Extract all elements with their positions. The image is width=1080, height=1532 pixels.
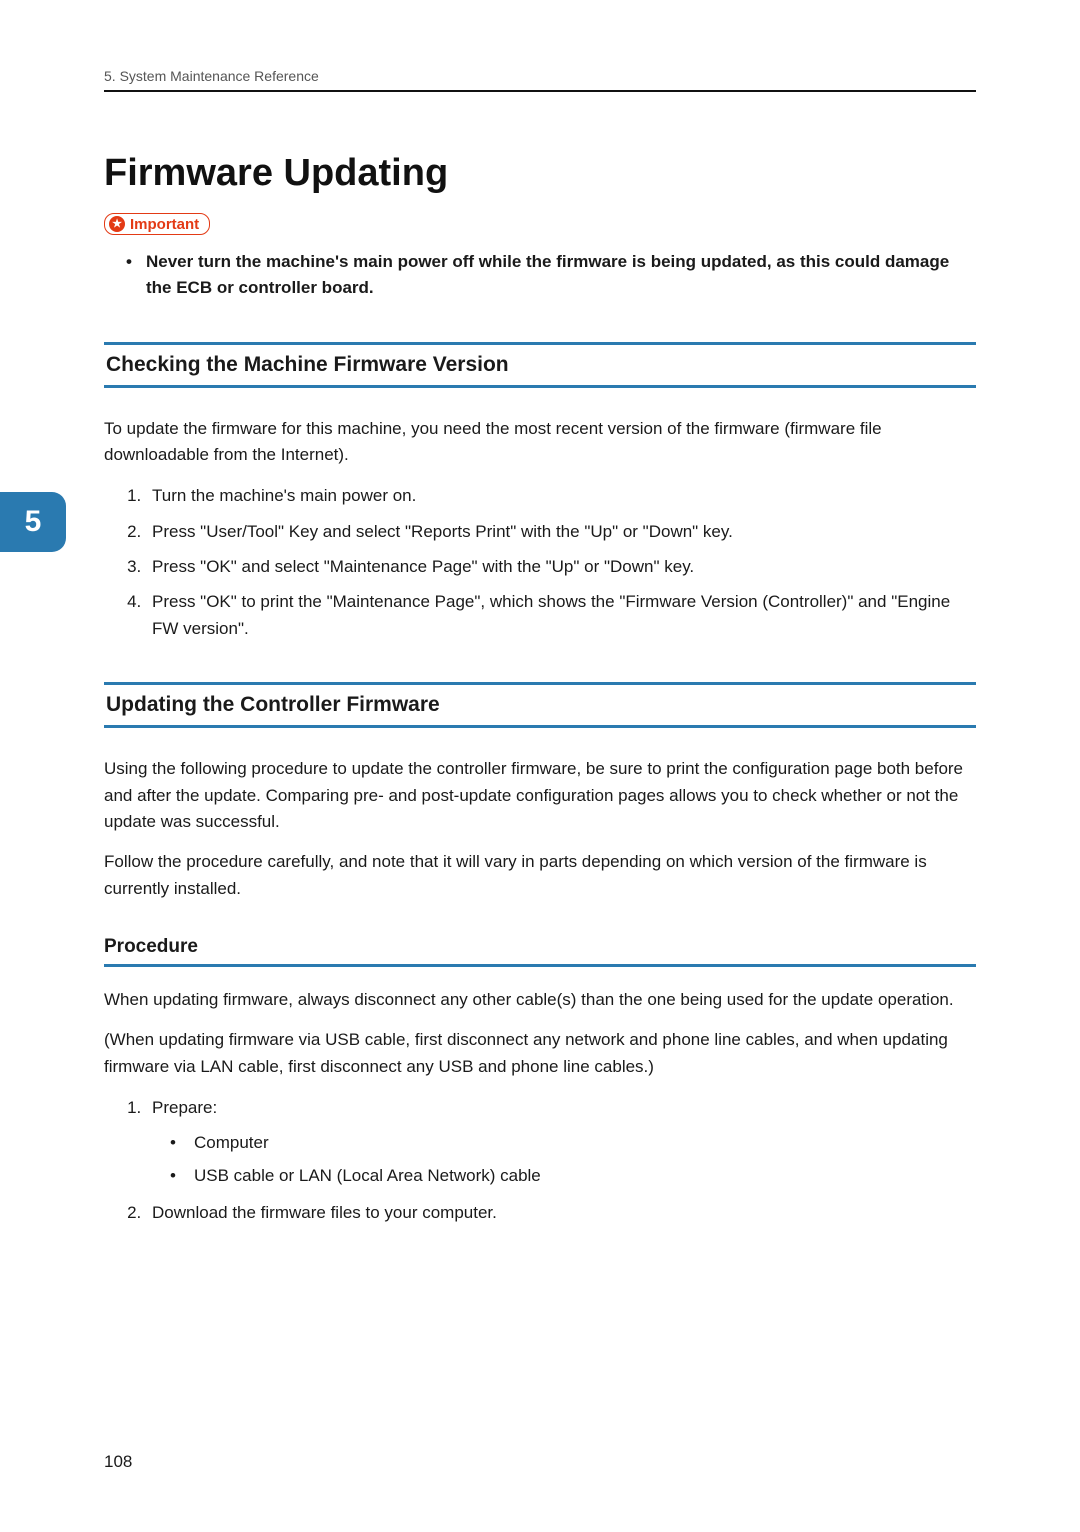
section-heading-check: Checking the Machine Firmware Version — [104, 342, 976, 388]
list-item: Press "OK" to print the "Maintenance Pag… — [146, 588, 976, 642]
procedure-paragraph-1: When updating firmware, always disconnec… — [104, 987, 976, 1013]
list-item: Press "OK" and select "Maintenance Page"… — [146, 553, 976, 580]
important-label: Important — [130, 216, 199, 233]
procedure-step-1-text: Prepare: — [152, 1098, 217, 1117]
list-item: Press "User/Tool" Key and select "Report… — [146, 518, 976, 545]
list-item: Download the firmware files to your comp… — [146, 1199, 976, 1226]
section-check-intro: To update the firmware for this machine,… — [104, 416, 976, 469]
breadcrumb: 5. System Maintenance Reference — [104, 68, 976, 92]
section-heading-update: Updating the Controller Firmware — [104, 682, 976, 728]
procedure-paragraph-2: (When updating firmware via USB cable, f… — [104, 1027, 976, 1080]
page-container: 5. System Maintenance Reference Firmware… — [0, 0, 1080, 1532]
page-title: Firmware Updating — [104, 152, 976, 195]
procedure-step-1-sublist: Computer USB cable or LAN (Local Area Ne… — [152, 1129, 976, 1191]
page-number: 108 — [104, 1452, 132, 1472]
list-item: Prepare: Computer USB cable or LAN (Loca… — [146, 1094, 976, 1191]
update-paragraph-2: Follow the procedure carefully, and note… — [104, 849, 976, 902]
section-heading-procedure: Procedure — [104, 936, 976, 967]
list-item: Turn the machine's main power on. — [146, 482, 976, 509]
important-bullet-item: Never turn the machine's main power off … — [146, 249, 976, 302]
list-item: USB cable or LAN (Local Area Network) ca… — [188, 1162, 976, 1191]
star-icon: ★ — [109, 216, 125, 232]
important-bullet-list: Never turn the machine's main power off … — [104, 249, 976, 302]
list-item: Computer — [188, 1129, 976, 1158]
update-paragraph-1: Using the following procedure to update … — [104, 756, 976, 835]
procedure-steps-list: Prepare: Computer USB cable or LAN (Loca… — [104, 1094, 976, 1226]
check-steps-list: Turn the machine's main power on. Press … — [104, 482, 976, 642]
important-badge: ★ Important — [104, 213, 210, 235]
